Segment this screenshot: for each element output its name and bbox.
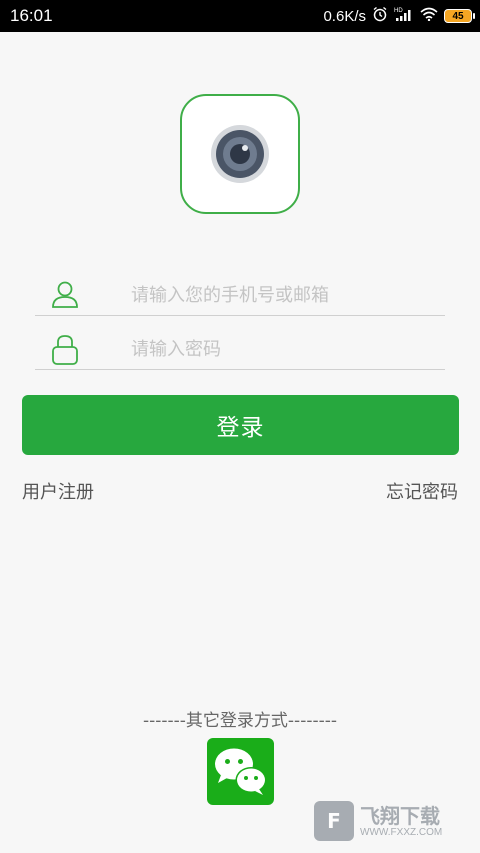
login-button[interactable]: 登录: [22, 395, 459, 455]
alarm-icon: [372, 6, 388, 26]
password-input[interactable]: [129, 333, 433, 365]
wechat-icon: [215, 748, 267, 795]
battery-icon: 45: [444, 9, 475, 23]
camera-icon: [211, 125, 269, 183]
network-speed: 0.6K/s: [323, 7, 366, 25]
status-icons: 0.6K/s HD 45: [323, 6, 475, 26]
wifi-icon: [420, 7, 438, 25]
register-link[interactable]: 用户注册: [22, 478, 94, 504]
forgot-password-link[interactable]: 忘记密码: [386, 478, 458, 504]
lock-icon: [50, 333, 80, 371]
status-time: 16:01: [10, 6, 53, 25]
svg-text:HD: HD: [394, 8, 403, 14]
site-watermark: F 飞翔下载 WWW.FXXZ.COM: [314, 797, 472, 845]
watermark-title: 飞翔下载: [360, 803, 440, 828]
other-login-label: -------其它登录方式--------: [142, 711, 337, 731]
status-bar: 16:01 0.6K/s HD 45: [0, 0, 480, 32]
hd-signal-icon: HD: [394, 6, 414, 26]
username-field: [35, 275, 445, 316]
wechat-login-button[interactable]: [207, 738, 274, 805]
user-icon: [50, 279, 80, 313]
watermark-url: WWW.FXXZ.COM: [360, 826, 443, 838]
watermark-logo-icon: F: [314, 801, 354, 841]
username-input[interactable]: [129, 279, 433, 311]
password-field: [35, 329, 445, 370]
app-logo: [180, 94, 300, 214]
